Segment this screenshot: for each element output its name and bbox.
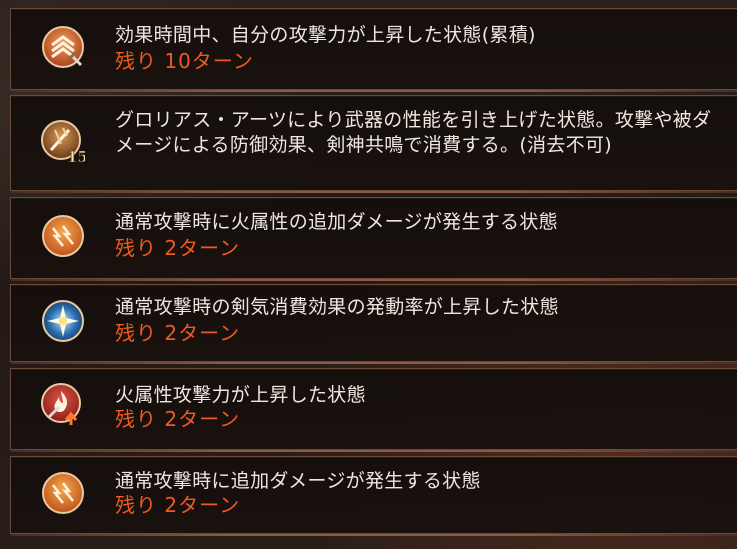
buff-description: 通常攻撃時に火属性の追加ダメージが発生する状態 bbox=[115, 211, 558, 233]
buff-row[interactable]: 15 グロリアス・アーツにより武器の性能を引き上げた状態。攻撃や被ダメージによる… bbox=[10, 95, 737, 193]
buff-description: 効果時間中、自分の攻撃力が上昇した状態(累積) bbox=[115, 24, 536, 46]
buff-remaining-turns: 残り 2ターン bbox=[115, 407, 241, 431]
buff-row[interactable]: 通常攻撃時の剣気消費効果の発動率が上昇した状態 残り 2ターン bbox=[10, 284, 737, 364]
buff-description: 通常攻撃時の剣気消費効果の発動率が上昇した状態 bbox=[115, 296, 559, 318]
buff-description: 火属性攻撃力が上昇した状態 bbox=[115, 384, 366, 406]
buff-row[interactable]: 火属性攻撃力が上昇した状態 残り 2ターン bbox=[10, 368, 737, 452]
buff-row[interactable]: 通常攻撃時に追加ダメージが発生する状態 残り 2ターン bbox=[10, 456, 737, 536]
buff-description: グロリアス・アーツにより武器の性能を引き上げた状態。攻撃や被ダメージによる防御効… bbox=[115, 109, 712, 156]
sword-aura-star-icon bbox=[41, 299, 85, 343]
icon-counter: 15 bbox=[67, 148, 85, 164]
buff-remaining-turns: 残り 2ターン bbox=[115, 321, 241, 345]
fire-bonus-damage-icon bbox=[41, 214, 85, 258]
buff-remaining-turns: 残り 2ターン bbox=[115, 236, 241, 260]
buff-list: 効果時間中、自分の攻撃力が上昇した状態(累積) 残り 10ターン 15 グロリア… bbox=[0, 0, 737, 549]
glorious-arts-weapon-icon: 15 bbox=[41, 120, 85, 164]
buff-row[interactable]: 通常攻撃時に火属性の追加ダメージが発生する状態 残り 2ターン bbox=[10, 197, 737, 281]
buff-description: 通常攻撃時に追加ダメージが発生する状態 bbox=[115, 470, 481, 492]
buff-remaining-turns: 残り 2ターン bbox=[115, 493, 241, 517]
bonus-damage-icon bbox=[41, 471, 85, 515]
buff-row[interactable]: 効果時間中、自分の攻撃力が上昇した状態(累積) 残り 10ターン bbox=[10, 8, 737, 92]
attack-up-stacking-icon bbox=[41, 25, 85, 69]
buff-remaining-turns: 残り 10ターン bbox=[115, 49, 254, 73]
fire-attack-up-icon bbox=[41, 383, 85, 427]
